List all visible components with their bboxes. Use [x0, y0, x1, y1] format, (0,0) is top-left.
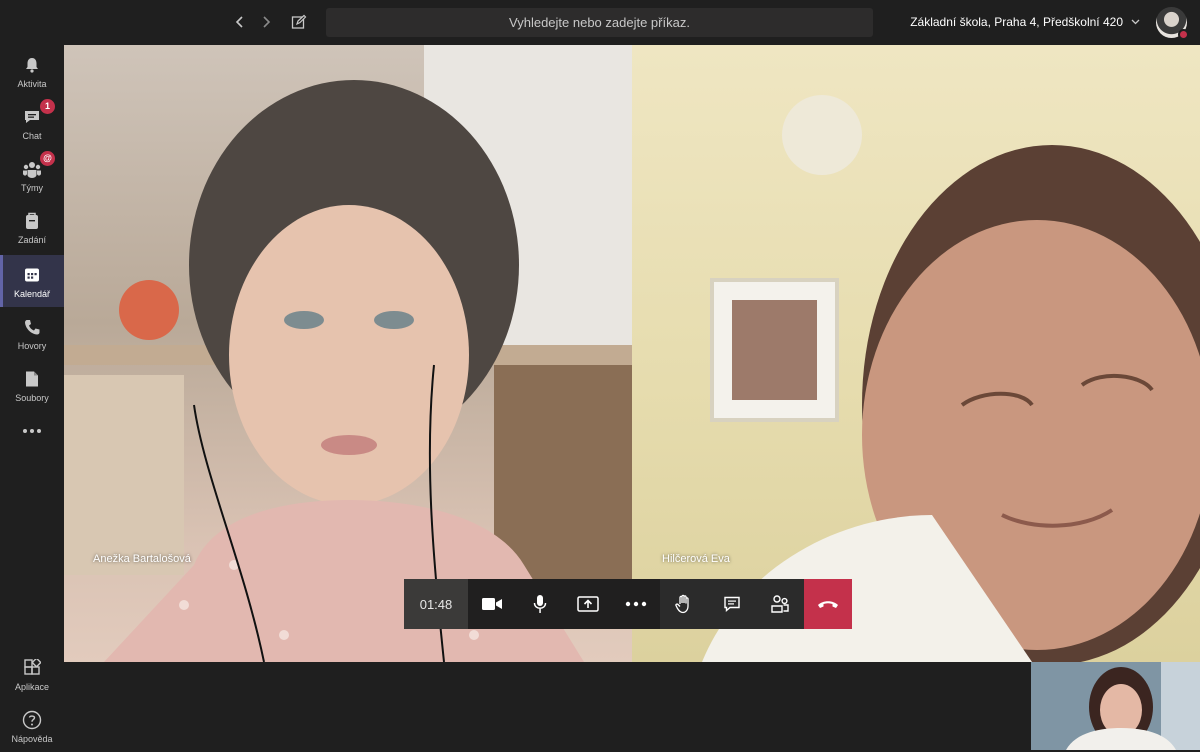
- rail-item-files[interactable]: Soubory: [0, 359, 64, 411]
- rail-item-calls[interactable]: Hovory: [0, 307, 64, 359]
- participant-name-label: Anežka Bartalošová: [93, 553, 191, 565]
- video-tile-participant-1[interactable]: Anežka Bartalošová: [64, 45, 632, 662]
- search-input[interactable]: Vyhledejte nebo zadejte příkaz.: [326, 8, 873, 37]
- chevron-left-icon: [235, 16, 243, 28]
- video-tile-participant-2[interactable]: Hilčerová Eva: [632, 45, 1200, 662]
- apps-icon: [21, 657, 43, 679]
- back-button[interactable]: [228, 10, 252, 34]
- compose-icon: [291, 14, 307, 29]
- org-name: Základní škola, Praha 4, Předškolní 420: [910, 15, 1123, 29]
- rail-item-chat[interactable]: 1 Chat: [0, 97, 64, 149]
- rail-item-apps[interactable]: Aplikace: [0, 648, 64, 700]
- rail-item-teams[interactable]: @ Týmy: [0, 149, 64, 201]
- chat-unread-badge: 1: [40, 98, 55, 114]
- org-switcher[interactable]: Základní škola, Praha 4, Předškolní 420: [910, 15, 1140, 29]
- participants-button[interactable]: [756, 579, 804, 629]
- phone-icon: [21, 316, 43, 338]
- camera-toggle-button[interactable]: [468, 579, 516, 629]
- raise-hand-icon: [675, 594, 689, 614]
- participant-name-label: Hilčerová Eva: [662, 553, 730, 565]
- participants-icon: [771, 595, 789, 613]
- rail-item-label: Aktivita: [17, 78, 47, 89]
- teams-icon: @: [21, 150, 55, 180]
- rail-item-label: Nápověda: [11, 733, 53, 744]
- microphone-icon: [533, 595, 547, 613]
- camera-icon: [482, 598, 502, 610]
- rail-item-label: Aplikace: [14, 681, 50, 692]
- presence-status-icon: [1178, 29, 1189, 40]
- more-options-button[interactable]: [612, 579, 660, 629]
- chat-icon: [724, 596, 740, 613]
- hang-up-button[interactable]: [804, 579, 852, 629]
- rail-more-button[interactable]: [0, 411, 64, 451]
- bell-icon: [21, 54, 43, 76]
- share-screen-button[interactable]: [564, 579, 612, 629]
- rail-item-label: Soubory: [15, 392, 49, 403]
- assignments-icon: [21, 210, 43, 232]
- chevron-down-icon: [1131, 19, 1140, 25]
- title-bar: Vyhledejte nebo zadejte příkaz. Základní…: [0, 0, 1200, 45]
- microphone-toggle-button[interactable]: [516, 579, 564, 629]
- app-bar: Aktivita 1 Chat @ Týmy Zadání Kalendář H…: [0, 45, 64, 750]
- teams-mention-badge: @: [40, 150, 55, 166]
- files-icon: [21, 368, 43, 390]
- rail-item-label: Týmy: [21, 182, 43, 193]
- meeting-chat-button[interactable]: [708, 579, 756, 629]
- self-video-preview[interactable]: [1031, 662, 1200, 750]
- rail-item-label: Kalendář: [13, 288, 51, 299]
- calendar-icon: [21, 264, 43, 286]
- more-icon: [23, 429, 41, 433]
- hang-up-icon: [818, 601, 838, 608]
- rail-item-label: Zadání: [17, 234, 47, 245]
- rail-item-calendar[interactable]: Kalendář: [0, 255, 64, 307]
- rail-item-activity[interactable]: Aktivita: [0, 45, 64, 97]
- raise-hand-button[interactable]: [660, 579, 708, 629]
- meeting-stage: Anežka Bartalošová Hilčerová Eva 01:48: [64, 45, 1200, 750]
- new-chat-button[interactable]: [287, 10, 311, 34]
- search-placeholder: Vyhledejte nebo zadejte příkaz.: [509, 15, 690, 30]
- share-screen-icon: [577, 596, 599, 612]
- participant-video-feed: [702, 95, 1200, 662]
- rail-item-assignments[interactable]: Zadání: [0, 201, 64, 253]
- rail-item-label: Chat: [22, 130, 42, 141]
- chat-icon: 1: [21, 98, 55, 128]
- help-icon: [21, 709, 43, 731]
- participant-video-feed: [64, 45, 632, 662]
- forward-button[interactable]: [254, 10, 278, 34]
- call-timer: 01:48: [404, 579, 468, 629]
- more-options-icon: [625, 601, 647, 607]
- rail-item-help[interactable]: Nápověda: [0, 700, 64, 752]
- call-controls: 01:48: [404, 579, 852, 629]
- rail-item-label: Hovory: [17, 340, 47, 351]
- chevron-right-icon: [263, 16, 271, 28]
